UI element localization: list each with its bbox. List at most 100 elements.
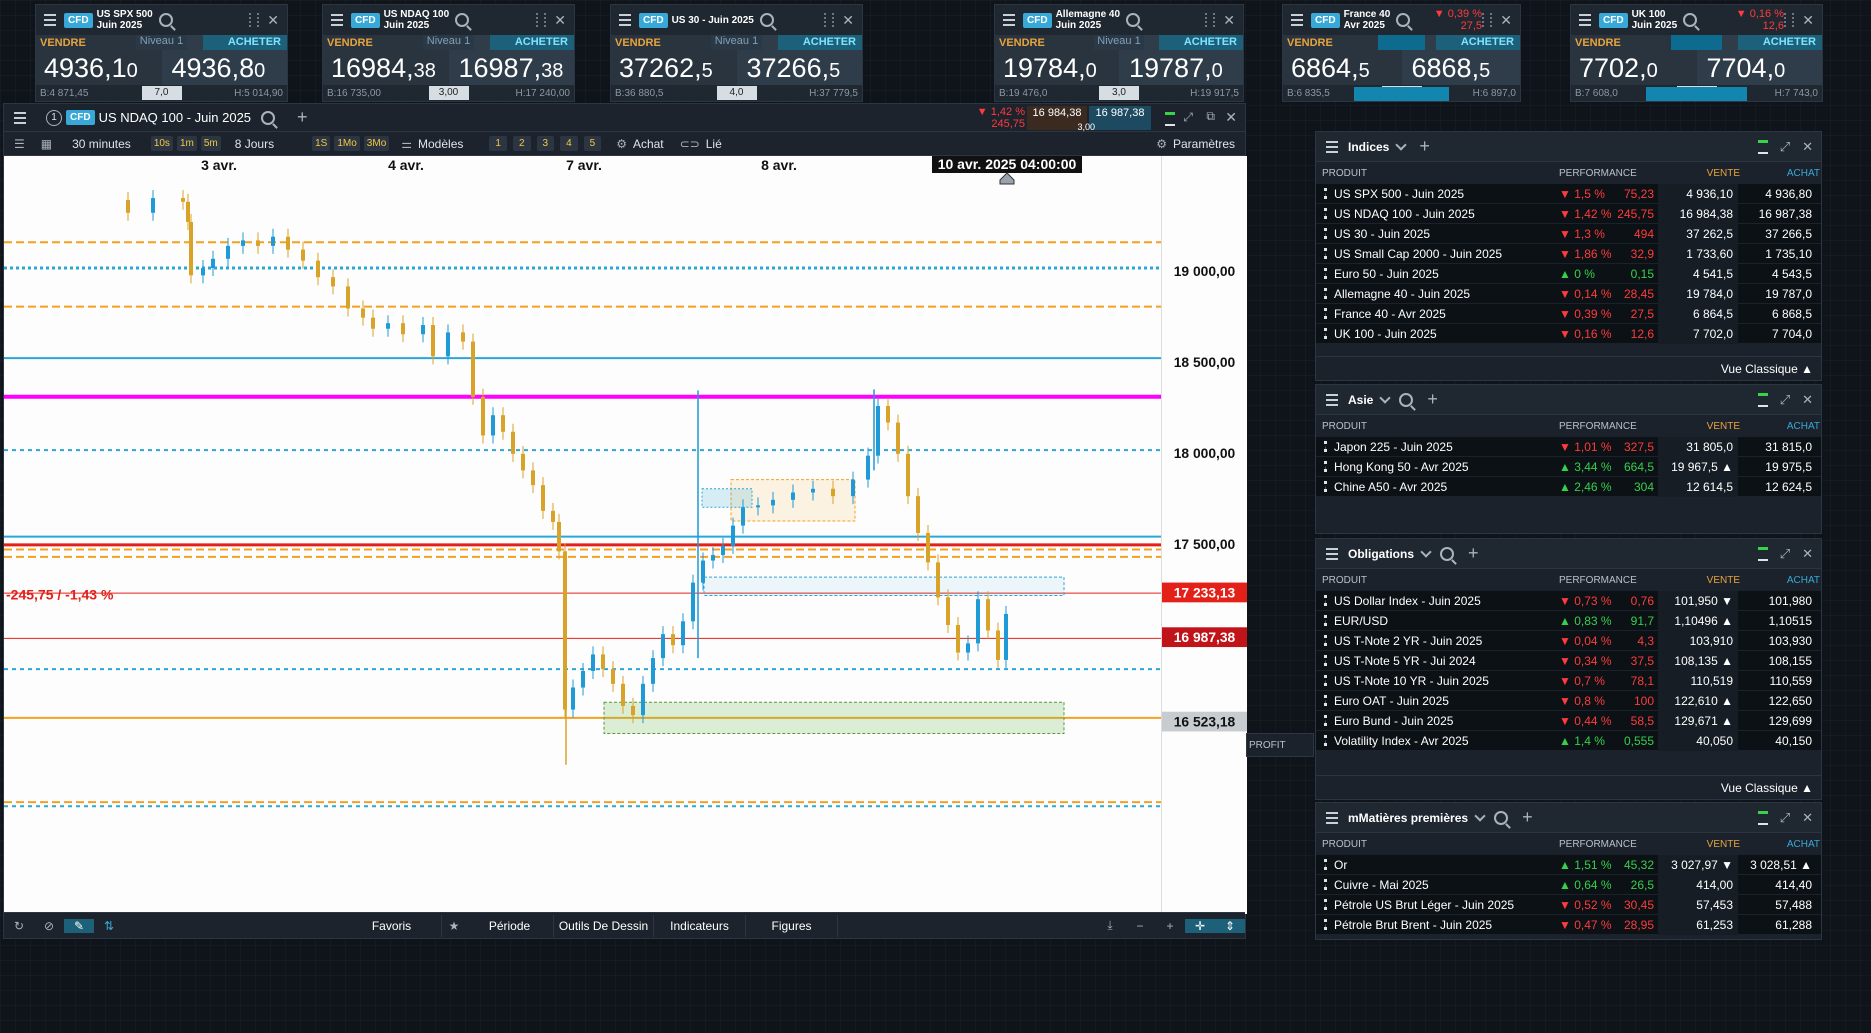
- col-product[interactable]: PRODUIT: [1322, 575, 1559, 586]
- interval-select[interactable]: 30 minutes: [66, 137, 137, 151]
- quote-tile[interactable]: CFD UK 100 Juin 2025 ▼ 0,16 % 12,6 ✕ VENDR…: [1570, 4, 1823, 102]
- table-row[interactable]: Volatility Index - Avr 2025 ▲ 1,4 % 0,55…: [1316, 730, 1821, 751]
- sell-price[interactable]: 1,10496 ▲: [1658, 610, 1738, 631]
- layout-icon[interactable]: [1757, 392, 1768, 407]
- layout-4[interactable]: 4: [560, 136, 578, 151]
- level-select[interactable]: Niveau 1: [1094, 35, 1144, 50]
- table-row[interactable]: Euro 50 - Juin 2025 ▲ 0 % 0,15 4 541,5 4…: [1316, 263, 1821, 284]
- product-name[interactable]: Hong Kong 50 - Avr 2025: [1334, 460, 1559, 474]
- drag-handle-icon[interactable]: [1784, 13, 1794, 27]
- product-name[interactable]: Euro Bund - Juin 2025: [1334, 714, 1559, 728]
- disable-icon[interactable]: ⊘: [34, 919, 64, 933]
- quote-tile[interactable]: CFD US 30 - Juin 2025 ✕ VENDRE 37262,5 A…: [610, 4, 863, 102]
- add-icon[interactable]: +: [1427, 389, 1438, 410]
- col-buy[interactable]: ACHAT: [1740, 839, 1820, 850]
- panel-title[interactable]: mMatières premières: [1348, 811, 1484, 825]
- row-menu-icon[interactable]: [1316, 228, 1334, 239]
- grid-icon[interactable]: ▦: [41, 137, 52, 151]
- link-icon[interactable]: ⊂⊃: [680, 137, 700, 151]
- row-menu-icon[interactable]: [1316, 899, 1334, 910]
- product-name[interactable]: US NDAQ 100 - Juin 2025: [1334, 207, 1559, 221]
- sell-price[interactable]: 16 984,38: [1658, 203, 1738, 224]
- table-row[interactable]: Chine A50 - Avr 2025 ▲ 2,46 % 304 12 614…: [1316, 476, 1821, 497]
- product-name[interactable]: Euro 50 - Juin 2025: [1334, 267, 1559, 281]
- sell-price[interactable]: 414,00: [1658, 874, 1738, 895]
- close-icon[interactable]: ✕: [1802, 12, 1814, 29]
- col-sell[interactable]: VENTE: [1670, 421, 1740, 432]
- col-performance[interactable]: PERFORMANCE: [1559, 839, 1670, 850]
- col-buy[interactable]: ACHAT: [1740, 168, 1820, 179]
- sell-price[interactable]: 37 262,5: [1658, 223, 1738, 244]
- product-name[interactable]: UK 100 - Juin 2025: [1334, 327, 1559, 341]
- sell-price[interactable]: 129,671 ▲: [1658, 710, 1738, 731]
- row-menu-icon[interactable]: [1316, 655, 1334, 666]
- table-row[interactable]: US T-Note 2 YR - Juin 2025 ▼ 0,04 % 4,3 …: [1316, 630, 1821, 651]
- row-menu-icon[interactable]: [1316, 715, 1334, 726]
- table-row[interactable]: US Dollar Index - Juin 2025 ▼ 0,73 % 0,7…: [1316, 590, 1821, 611]
- search-icon[interactable]: [1396, 13, 1411, 27]
- popout-icon[interactable]: ⧉: [1206, 109, 1215, 124]
- product-name[interactable]: Chine A50 - Avr 2025: [1334, 480, 1559, 494]
- crosshair-icon[interactable]: ✛: [1185, 918, 1215, 933]
- zoom-out-icon[interactable]: −: [1125, 919, 1155, 933]
- col-performance[interactable]: PERFORMANCE: [1559, 575, 1670, 586]
- classic-view-button[interactable]: Vue Classique ▲: [1316, 356, 1821, 380]
- search-icon[interactable]: [158, 13, 173, 27]
- close-icon[interactable]: ✕: [1802, 392, 1813, 408]
- product-name[interactable]: Or: [1334, 858, 1559, 872]
- product-name[interactable]: US T-Note 2 YR - Juin 2025: [1334, 634, 1559, 648]
- col-sell[interactable]: VENTE: [1670, 839, 1740, 850]
- col-performance[interactable]: PERFORMANCE: [1559, 421, 1670, 432]
- buy-price[interactable]: 19 975,5: [1738, 460, 1820, 474]
- buy-price[interactable]: 3 028,51 ▲: [1738, 858, 1820, 872]
- product-name[interactable]: US T-Note 5 YR - Jui 2024: [1334, 654, 1559, 668]
- search-icon[interactable]: [1126, 13, 1141, 27]
- row-menu-icon[interactable]: [1316, 859, 1334, 870]
- sell-price[interactable]: 103,910: [1658, 630, 1738, 651]
- col-performance[interactable]: PERFORMANCE: [1559, 168, 1670, 179]
- buy-price[interactable]: 6 868,5: [1738, 307, 1820, 321]
- range-select[interactable]: 8 Jours: [229, 137, 280, 151]
- buy-price[interactable]: 61,288: [1738, 918, 1820, 932]
- settings-icon[interactable]: ⚙: [1156, 137, 1167, 151]
- row-menu-icon[interactable]: [1316, 595, 1334, 606]
- buy-price[interactable]: 12 624,5: [1738, 480, 1820, 494]
- buy-price[interactable]: 1 735,10: [1738, 247, 1820, 261]
- add-icon[interactable]: +: [1468, 543, 1479, 564]
- close-icon[interactable]: ✕: [1500, 12, 1512, 29]
- table-row[interactable]: UK 100 - Juin 2025 ▼ 0,16 % 12,6 7 702,0…: [1316, 323, 1821, 344]
- menu-icon[interactable]: [40, 10, 60, 30]
- indicators-button[interactable]: Indicateurs: [654, 914, 746, 937]
- menu-icon[interactable]: [327, 10, 347, 30]
- product-name[interactable]: US 30 - Juin 2025: [1334, 227, 1559, 241]
- table-row[interactable]: Pétrole US Brut Léger - Juin 2025 ▼ 0,52…: [1316, 894, 1821, 915]
- table-row[interactable]: EUR/USD ▲ 0,83 % 91,7 1,10496 ▲ 1,10515: [1316, 610, 1821, 631]
- product-name[interactable]: US Dollar Index - Juin 2025: [1334, 594, 1559, 608]
- buy-price[interactable]: 16 987,38: [1738, 207, 1820, 221]
- row-menu-icon[interactable]: [1316, 635, 1334, 646]
- search-icon[interactable]: [1440, 546, 1454, 561]
- table-row[interactable]: Hong Kong 50 - Avr 2025 ▲ 3,44 % 664,5 1…: [1316, 456, 1821, 477]
- menu-icon[interactable]: [1287, 10, 1307, 30]
- range-3mo[interactable]: 3Mo: [363, 136, 390, 151]
- row-menu-icon[interactable]: [1316, 288, 1334, 299]
- row-menu-icon[interactable]: [1316, 675, 1334, 686]
- layout-icon[interactable]: [1757, 810, 1768, 825]
- drag-handle-icon[interactable]: [1482, 13, 1492, 27]
- sell-price[interactable]: 7 702,0: [1658, 323, 1738, 344]
- quote-tile[interactable]: CFD Allemagne 40 Juin 2025 ✕ VENDRE 19784…: [994, 4, 1244, 102]
- quantity-input[interactable]: [1646, 87, 1747, 101]
- table-row[interactable]: Pétrole Brut Brent - Juin 2025 ▼ 0,47 % …: [1316, 914, 1821, 935]
- sell-price[interactable]: 40,050: [1658, 730, 1738, 751]
- table-row[interactable]: France 40 - Avr 2025 ▼ 0,39 % 27,5 6 864…: [1316, 303, 1821, 324]
- interval-1m[interactable]: 1m: [176, 136, 197, 151]
- cursor-icon[interactable]: ⇅: [94, 919, 124, 933]
- buy-price[interactable]: 31 815,0: [1738, 440, 1820, 454]
- drag-handle-icon[interactable]: [1205, 13, 1215, 27]
- expand-icon[interactable]: ⤢: [1780, 546, 1790, 562]
- row-menu-icon[interactable]: [1316, 248, 1334, 259]
- drag-handle-icon[interactable]: [536, 13, 546, 27]
- models-button[interactable]: Modèles: [412, 137, 469, 151]
- layout-icon[interactable]: [1165, 112, 1175, 126]
- table-row[interactable]: Cuivre - Mai 2025 ▲ 0,64 % 26,5 414,00 4…: [1316, 874, 1821, 895]
